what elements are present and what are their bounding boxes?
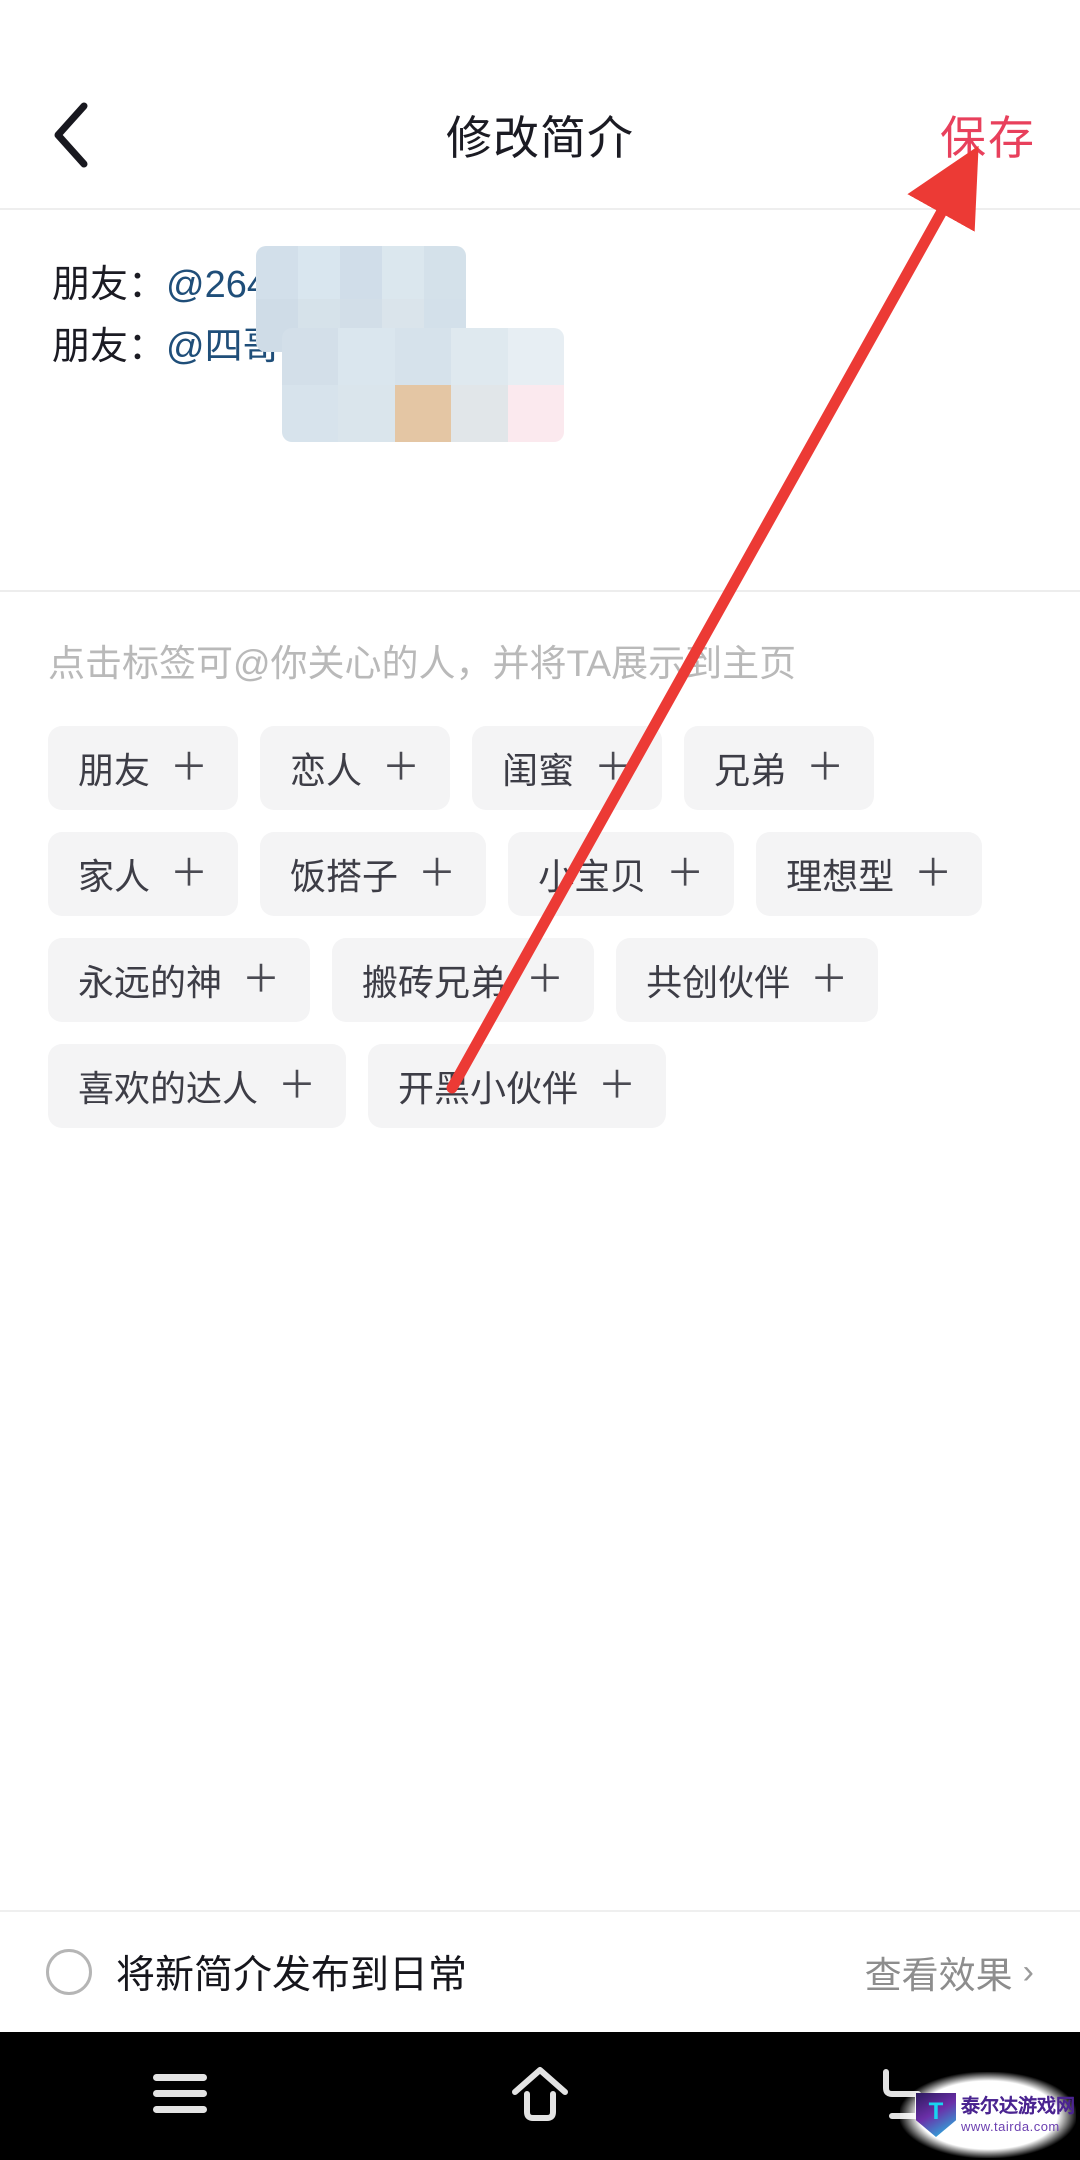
preview-effect-button[interactable]: 查看效果 › [865, 1945, 1034, 1999]
tag-chip[interactable]: 理想型 ＋ [756, 832, 983, 916]
tag-chip[interactable]: 永远的神 ＋ [48, 938, 311, 1022]
bio-line-label: 朋友： [52, 264, 167, 306]
tag-chip-label: 理想型 [786, 856, 895, 897]
tag-chip-label: 饭搭子 [290, 856, 399, 897]
tag-chip-label: 朋友 [78, 750, 151, 791]
plus-icon: ＋ [526, 959, 565, 1001]
tag-chip-label: 小宝贝 [538, 856, 647, 897]
tag-chip[interactable]: 恋人 ＋ [260, 726, 451, 810]
page-title: 修改简介 [446, 112, 634, 164]
nav-menu-button[interactable] [0, 2032, 360, 2160]
app-header: 修改简介 保存 [0, 62, 1080, 210]
nav-home-button[interactable] [360, 2032, 720, 2160]
bio-line-label: 朋友： [52, 326, 167, 368]
tag-chip[interactable]: 开黑小伙伴 ＋ [368, 1044, 667, 1128]
plus-icon: ＋ [666, 853, 705, 895]
plus-icon: ＋ [598, 1065, 637, 1107]
tag-chip[interactable]: 朋友 ＋ [48, 726, 239, 810]
plus-icon: ＋ [170, 853, 209, 895]
tag-row: 朋友 ＋ 恋人 ＋ 闺蜜 ＋ 兄弟 ＋ [48, 726, 1032, 810]
tag-chip[interactable]: 共创伙伴 ＋ [616, 938, 879, 1022]
watermark-logo-icon [916, 2093, 956, 2137]
plus-icon: ＋ [418, 853, 457, 895]
tag-chip-label: 家人 [78, 856, 151, 897]
tag-chip-label: 搬砖兄弟 [362, 962, 507, 1003]
bio-line[interactable]: 朋友：@2643 [52, 254, 1028, 316]
tag-chip[interactable]: 小宝贝 ＋ [508, 832, 735, 916]
tag-chip-label: 喜欢的达人 [78, 1068, 259, 1109]
plus-icon: ＋ [242, 959, 281, 1001]
menu-icon [151, 2071, 209, 2122]
preview-effect-label: 查看效果 [864, 1955, 1013, 1996]
android-navigation-bar: 泰尔达游戏网 www.tairda.com [0, 2032, 1080, 2160]
tag-row: 家人 ＋ 饭搭子 ＋ 小宝贝 ＋ 理想型 ＋ [48, 832, 1032, 916]
watermark-site-name: 泰尔达游戏网 [961, 2096, 1076, 2117]
plus-icon: ＋ [382, 747, 421, 789]
tag-row: 永远的神 ＋ 搬砖兄弟 ＋ 共创伙伴 ＋ [48, 938, 1032, 1022]
publish-label: 将新简介发布到日常 [116, 1954, 468, 1997]
tag-chip-label: 兄弟 [714, 750, 787, 791]
bio-editor[interactable]: 朋友：@2643 朋友：@四哥 [0, 210, 1080, 592]
tag-row: 喜欢的达人 ＋ 开黑小伙伴 ＋ [48, 1044, 1032, 1128]
plus-icon: ＋ [806, 747, 845, 789]
tag-chip-label: 恋人 [290, 750, 363, 791]
home-icon [510, 2066, 570, 2127]
tag-chip-label: 开黑小伙伴 [398, 1068, 579, 1109]
plus-icon: ＋ [594, 747, 633, 789]
phone-screen: 修改简介 保存 朋友：@2643 朋友：@四哥 点击标签可@你关心的人，并将TA… [0, 0, 1080, 2160]
status-bar-spacer [0, 0, 1080, 62]
tag-chip[interactable]: 饭搭子 ＋ [260, 832, 487, 916]
plus-icon: ＋ [810, 959, 849, 1001]
publish-bar: 将新简介发布到日常 查看效果 › [0, 1910, 1080, 2032]
plus-icon: ＋ [170, 747, 209, 789]
tag-chip-label: 闺蜜 [502, 750, 575, 791]
plus-icon: ＋ [914, 853, 953, 895]
tag-chip[interactable]: 喜欢的达人 ＋ [48, 1044, 347, 1128]
tag-chip[interactable]: 兄弟 ＋ [684, 726, 875, 810]
publish-checkbox[interactable] [46, 1949, 92, 1995]
tag-chip[interactable]: 闺蜜 ＋ [472, 726, 663, 810]
save-button[interactable]: 保存 [936, 94, 1040, 176]
plus-icon: ＋ [278, 1065, 317, 1107]
tag-hint-text: 点击标签可@你关心的人，并将TA展示到主页 [48, 643, 797, 684]
tag-chip[interactable]: 搬砖兄弟 ＋ [332, 938, 595, 1022]
tag-chip-label: 永远的神 [78, 962, 223, 1003]
tag-picker-section: 点击标签可@你关心的人，并将TA展示到主页 朋友 ＋ 恋人 ＋ 闺蜜 ＋ 兄弟 … [0, 592, 1080, 1910]
tag-chip[interactable]: 家人 ＋ [48, 832, 239, 916]
watermark-url: www.tairda.com [961, 2119, 1060, 2134]
chevron-right-icon: › [1022, 1952, 1034, 1991]
tag-rows: 朋友 ＋ 恋人 ＋ 闺蜜 ＋ 兄弟 ＋ 家人 ＋ 饭搭子 ＋ 小宝贝 ＋ 理想型… [48, 726, 1032, 1128]
censor-mosaic [282, 328, 564, 442]
tag-chip-label: 共创伙伴 [646, 962, 791, 1003]
site-watermark: 泰尔达游戏网 www.tairda.com [900, 2072, 1076, 2158]
